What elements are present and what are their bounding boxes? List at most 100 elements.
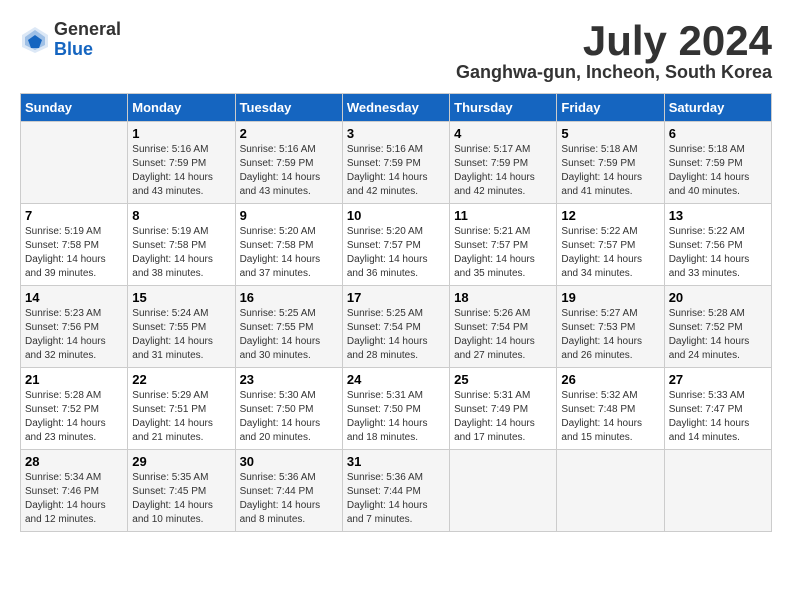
table-row: 13 Sunrise: 5:22 AMSunset: 7:56 PMDayligh… <box>664 204 771 286</box>
col-saturday: Saturday <box>664 94 771 122</box>
day-info: Sunrise: 5:17 AMSunset: 7:59 PMDaylight:… <box>454 143 552 199</box>
title-section: July 2024 Ganghwa-gun, Incheon, South Ko… <box>456 20 772 83</box>
day-info: Sunrise: 5:19 AMSunset: 7:58 PMDaylight:… <box>132 225 230 281</box>
day-number: 22 <box>132 372 230 387</box>
table-row: 28Sunrise: 5:34 AMSunset: 7:46 PMDayligh… <box>21 450 128 532</box>
logo-icon <box>20 25 50 55</box>
day-info: Sunrise: 5:25 AMSunset: 7:55 PMDaylight:… <box>240 307 338 363</box>
table-row: 23Sunrise: 5:30 AMSunset: 7:50 PMDayligh… <box>235 368 342 450</box>
calendar-week-row: 1 Sunrise: 5:16 AMSunset: 7:59 PMDaylight… <box>21 122 772 204</box>
day-info: Sunrise: 5:23 AMSunset: 7:56 PMDaylight:… <box>25 307 123 363</box>
table-row: 16 Sunrise: 5:25 AMSunset: 7:55 PMDayligh… <box>235 286 342 368</box>
day-info: Sunrise: 5:35 AMSunset: 7:45 PMDaylight:… <box>132 471 230 527</box>
day-number: 10 <box>347 208 445 223</box>
table-row <box>21 122 128 204</box>
table-row: 8 Sunrise: 5:19 AMSunset: 7:58 PMDaylight… <box>128 204 235 286</box>
day-info: Sunrise: 5:22 AMSunset: 7:56 PMDaylight:… <box>669 225 767 281</box>
col-sunday: Sunday <box>21 94 128 122</box>
day-info: Sunrise: 5:32 AMSunset: 7:48 PMDaylight:… <box>561 389 659 445</box>
col-thursday: Thursday <box>450 94 557 122</box>
day-number: 2 <box>240 126 338 141</box>
day-number: 27 <box>669 372 767 387</box>
table-row: 15 Sunrise: 5:24 AMSunset: 7:55 PMDayligh… <box>128 286 235 368</box>
day-number: 25 <box>454 372 552 387</box>
table-row: 29 Sunrise: 5:35 AMSunset: 7:45 PMDayligh… <box>128 450 235 532</box>
day-info: Sunrise: 5:16 AMSunset: 7:59 PMDaylight:… <box>132 143 230 199</box>
day-info: Sunrise: 5:31 AMSunset: 7:49 PMDaylight:… <box>454 389 552 445</box>
logo-text: General Blue <box>54 20 121 60</box>
day-info: Sunrise: 5:29 AMSunset: 7:51 PMDaylight:… <box>132 389 230 445</box>
logo-blue-text: Blue <box>54 40 121 60</box>
day-number: 7 <box>25 208 123 223</box>
day-info: Sunrise: 5:30 AMSunset: 7:50 PMDaylight:… <box>240 389 338 445</box>
table-row: 14Sunrise: 5:23 AMSunset: 7:56 PMDayligh… <box>21 286 128 368</box>
table-row: 24Sunrise: 5:31 AMSunset: 7:50 PMDayligh… <box>342 368 449 450</box>
day-number: 6 <box>669 126 767 141</box>
table-row: 10 Sunrise: 5:20 AMSunset: 7:57 PMDayligh… <box>342 204 449 286</box>
table-row <box>664 450 771 532</box>
table-row: 5Sunrise: 5:18 AMSunset: 7:59 PMDaylight… <box>557 122 664 204</box>
day-info: Sunrise: 5:27 AMSunset: 7:53 PMDaylight:… <box>561 307 659 363</box>
day-info: Sunrise: 5:25 AMSunset: 7:54 PMDaylight:… <box>347 307 445 363</box>
day-number: 17 <box>347 290 445 305</box>
calendar-table: Sunday Monday Tuesday Wednesday Thursday… <box>20 93 772 532</box>
day-info: Sunrise: 5:34 AMSunset: 7:46 PMDaylight:… <box>25 471 123 527</box>
day-number: 9 <box>240 208 338 223</box>
day-number: 30 <box>240 454 338 469</box>
calendar-week-row: 28Sunrise: 5:34 AMSunset: 7:46 PMDayligh… <box>21 450 772 532</box>
table-row: 22 Sunrise: 5:29 AMSunset: 7:51 PMDayligh… <box>128 368 235 450</box>
table-row: 9Sunrise: 5:20 AMSunset: 7:58 PMDaylight… <box>235 204 342 286</box>
calendar-header-row: Sunday Monday Tuesday Wednesday Thursday… <box>21 94 772 122</box>
day-info: Sunrise: 5:18 AMSunset: 7:59 PMDaylight:… <box>669 143 767 199</box>
calendar-week-row: 14Sunrise: 5:23 AMSunset: 7:56 PMDayligh… <box>21 286 772 368</box>
day-info: Sunrise: 5:36 AMSunset: 7:44 PMDaylight:… <box>347 471 445 527</box>
table-row: 11 Sunrise: 5:21 AMSunset: 7:57 PMDayligh… <box>450 204 557 286</box>
day-number: 21 <box>25 372 123 387</box>
location-title: Ganghwa-gun, Incheon, South Korea <box>456 62 772 83</box>
calendar-week-row: 7 Sunrise: 5:19 AMSunset: 7:58 PMDaylight… <box>21 204 772 286</box>
day-info: Sunrise: 5:26 AMSunset: 7:54 PMDaylight:… <box>454 307 552 363</box>
logo: General Blue <box>20 20 121 60</box>
col-wednesday: Wednesday <box>342 94 449 122</box>
day-info: Sunrise: 5:19 AMSunset: 7:58 PMDaylight:… <box>25 225 123 281</box>
day-number: 5 <box>561 126 659 141</box>
day-info: Sunrise: 5:31 AMSunset: 7:50 PMDaylight:… <box>347 389 445 445</box>
table-row: 25 Sunrise: 5:31 AMSunset: 7:49 PMDayligh… <box>450 368 557 450</box>
logo-general-text: General <box>54 20 121 40</box>
calendar-week-row: 21Sunrise: 5:28 AMSunset: 7:52 PMDayligh… <box>21 368 772 450</box>
table-row: 20Sunrise: 5:28 AMSunset: 7:52 PMDayligh… <box>664 286 771 368</box>
day-number: 8 <box>132 208 230 223</box>
day-info: Sunrise: 5:24 AMSunset: 7:55 PMDaylight:… <box>132 307 230 363</box>
day-number: 16 <box>240 290 338 305</box>
day-number: 13 <box>669 208 767 223</box>
table-row: 12 Sunrise: 5:22 AMSunset: 7:57 PMDayligh… <box>557 204 664 286</box>
table-row: 30 Sunrise: 5:36 AMSunset: 7:44 PMDayligh… <box>235 450 342 532</box>
day-info: Sunrise: 5:22 AMSunset: 7:57 PMDaylight:… <box>561 225 659 281</box>
day-info: Sunrise: 5:16 AMSunset: 7:59 PMDaylight:… <box>240 143 338 199</box>
day-info: Sunrise: 5:33 AMSunset: 7:47 PMDaylight:… <box>669 389 767 445</box>
table-row: 3Sunrise: 5:16 AMSunset: 7:59 PMDaylight… <box>342 122 449 204</box>
table-row: 1 Sunrise: 5:16 AMSunset: 7:59 PMDaylight… <box>128 122 235 204</box>
day-number: 15 <box>132 290 230 305</box>
col-tuesday: Tuesday <box>235 94 342 122</box>
table-row: 17 Sunrise: 5:25 AMSunset: 7:54 PMDayligh… <box>342 286 449 368</box>
day-number: 11 <box>454 208 552 223</box>
header: General Blue July 2024 Ganghwa-gun, Inch… <box>20 20 772 83</box>
day-number: 18 <box>454 290 552 305</box>
table-row: 19Sunrise: 5:27 AMSunset: 7:53 PMDayligh… <box>557 286 664 368</box>
day-number: 31 <box>347 454 445 469</box>
table-row: 31 Sunrise: 5:36 AMSunset: 7:44 PMDayligh… <box>342 450 449 532</box>
day-number: 1 <box>132 126 230 141</box>
table-row: 18 Sunrise: 5:26 AMSunset: 7:54 PMDayligh… <box>450 286 557 368</box>
day-info: Sunrise: 5:20 AMSunset: 7:57 PMDaylight:… <box>347 225 445 281</box>
table-row <box>557 450 664 532</box>
table-row: 2 Sunrise: 5:16 AMSunset: 7:59 PMDaylight… <box>235 122 342 204</box>
day-number: 12 <box>561 208 659 223</box>
col-monday: Monday <box>128 94 235 122</box>
day-info: Sunrise: 5:28 AMSunset: 7:52 PMDaylight:… <box>669 307 767 363</box>
table-row: 4 Sunrise: 5:17 AMSunset: 7:59 PMDaylight… <box>450 122 557 204</box>
day-number: 4 <box>454 126 552 141</box>
day-info: Sunrise: 5:36 AMSunset: 7:44 PMDaylight:… <box>240 471 338 527</box>
day-number: 29 <box>132 454 230 469</box>
day-info: Sunrise: 5:21 AMSunset: 7:57 PMDaylight:… <box>454 225 552 281</box>
